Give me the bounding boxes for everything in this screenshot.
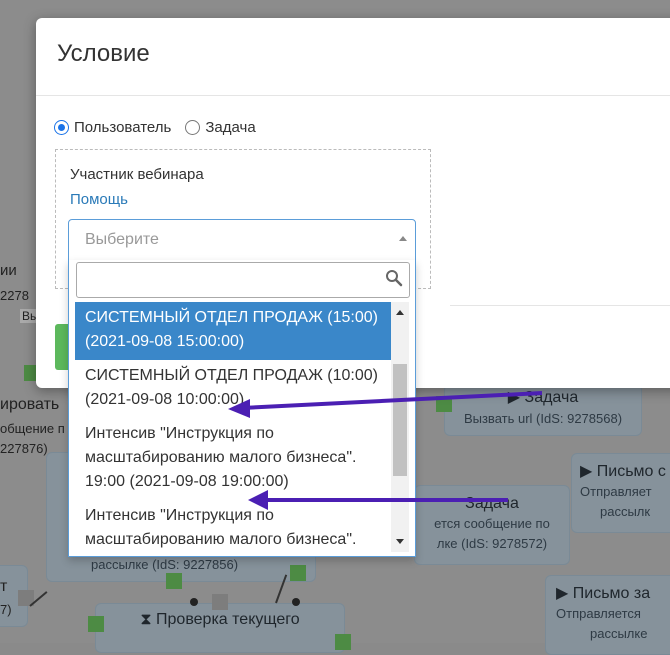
bg-text: общение п [0,421,65,436]
bg-node-task: Задача ется сообщение по лке (IdS: 92785… [414,485,570,565]
select-placeholder: Выберите [85,231,159,248]
connector-dot [190,598,198,606]
target-type-radio-group: Пользователь Задача [54,119,270,136]
dropdown-search-input[interactable] [76,262,410,298]
connector-port [212,594,228,610]
field-label: Участник вебинара [70,166,204,183]
connector-port [335,634,351,650]
bg-text: ировать [0,396,60,413]
modal-header: Условие [36,18,670,96]
bg-text: т [0,578,8,595]
scroll-down-icon[interactable] [396,539,404,544]
search-icon [386,270,403,287]
bg-node-letter: ▶ Письмо с Отправляет рассылк [571,453,670,533]
scroll-up-icon[interactable] [396,310,404,315]
bg-text: 227876) [0,441,48,456]
dropdown-option[interactable]: Интенсив "Инструкция по масштабированию … [75,418,391,500]
dropdown-scrollbar[interactable] [391,302,409,552]
scroll-thumb[interactable] [393,364,407,476]
radio-task[interactable] [185,120,201,135]
dropdown-options-list: СИСТЕМНЫЙ ОТДЕЛ ПРОДАЖ (15:00) (2021-09-… [75,302,391,554]
radio-user-label[interactable]: Пользователь [74,119,171,136]
bg-text: 2278 [0,288,29,303]
footer-divider [450,305,670,306]
connector-port [166,573,182,589]
connector-port [436,396,452,412]
bg-node-task: ▶ Задача Вызвать url (IdS: 9278568) [444,384,642,436]
bg-node-check: ⧗ Проверка текущего [95,603,345,653]
bg-node-letter: ▶ Письмо за Отправляется рассылке [545,575,670,655]
dropdown-option[interactable]: СИСТЕМНЫЙ ОТДЕЛ ПРОДАЖ (15:00) (2021-09-… [75,302,391,360]
radio-task-label[interactable]: Задача [205,119,255,136]
connector-dot [292,598,300,606]
connector-port [290,565,306,581]
webinar-select[interactable]: Выберите [68,219,416,261]
bg-text: 7) [0,602,12,617]
caret-up-icon [399,236,407,241]
dropdown-option[interactable]: СИСТЕМНЫЙ ОТДЕЛ ПРОДАЖ (10:00) (2021-09-… [75,360,391,418]
select-dropdown: СИСТЕМНЫЙ ОТДЕЛ ПРОДАЖ (15:00) (2021-09-… [68,260,416,557]
modal-title: Условие [57,40,150,67]
bg-text: ии [0,262,17,279]
radio-user[interactable] [54,120,69,135]
help-link[interactable]: Помощь [70,191,128,208]
connector-port [88,616,104,632]
dropdown-option[interactable]: Интенсив "Инструкция по масштабированию … [75,500,391,554]
